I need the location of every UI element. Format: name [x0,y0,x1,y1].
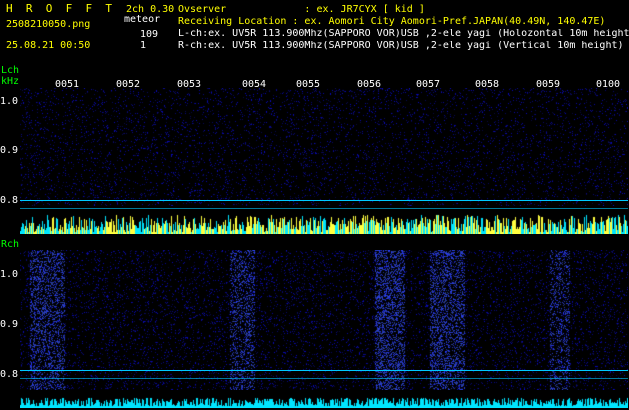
lch-amplitude-trace [20,212,628,234]
rch-meteor-count: 1 [140,40,147,51]
rch-baseline [20,378,628,379]
lch-marker-line [20,200,628,201]
meteor-label: meteor [124,14,161,25]
location-info: Receiving Location : ex. Aomori City Aom… [178,16,606,27]
rch-freq-tick-0-8: 0.8 [0,369,19,380]
rch-marker-line [20,370,628,371]
khz-unit-label: kHz [1,76,20,87]
observer-info: Ovserver : ex. JR7CYX [ kid ] [178,4,425,15]
rch-freq-tick-0-9: 0.9 [0,319,19,330]
png-filename: 2508210050.png [6,19,91,30]
rch-equipment-info: R-ch:ex. UV5R 113.900Mhz(SAPPORO VOR)USB… [178,41,624,51]
observation-datetime: 25.08.21 00:50 [6,40,91,51]
app-title: H R O F F T [6,2,112,15]
rch-freq-tick-1-0: 1.0 [0,269,19,280]
rch-spectrogram [20,250,628,390]
lch-spectrogram [20,88,628,206]
lch-baseline [20,208,628,209]
lch-meteor-count: 109 [140,29,159,40]
rch-label: Rch [1,239,20,250]
lch-freq-tick-0-8: 0.8 [0,195,19,206]
lch-label: Lch [1,65,20,76]
lch-freq-tick-1-0: 1.0 [0,96,19,107]
lch-freq-tick-0-9: 0.9 [0,145,19,156]
lch-equipment-info: L-ch:ex. UV5R 113.900Mhz(SAPPORO VOR)USB… [178,29,629,39]
rch-amplitude-trace [20,390,628,408]
